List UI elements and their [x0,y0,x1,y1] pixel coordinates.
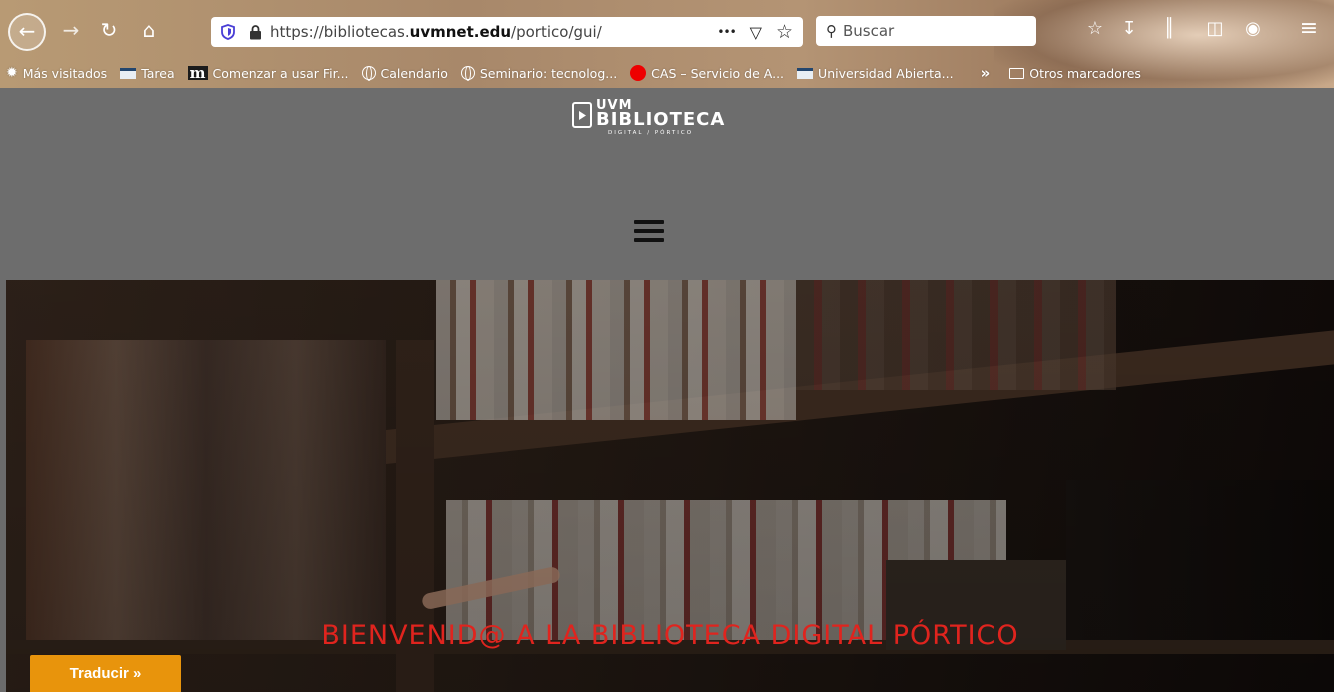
hero-title: BIENVENID@ A LA BIBLIOTECA DIGITAL PÓRTI… [321,620,1019,651]
url-path: /portico/gui/ [511,23,602,41]
bookmark-calendario[interactable]: Calendario [361,65,448,81]
url-text[interactable]: https://bibliotecas.uvmnet.edu/portico/g… [270,23,602,41]
bookmark-seminario[interactable]: Seminario: tecnolog... [460,65,618,81]
logo-sub-text: DIGITAL / PÓRTICO [608,130,694,136]
reload-button[interactable]: ↻ [94,15,124,45]
bookmark-universidad-abierta[interactable]: Universidad Abierta... [797,66,954,81]
red-dot-icon [630,65,647,81]
bookmark-label: Comenzar a usar Fir... [212,65,349,81]
extension-icon[interactable]: ☆ [1082,16,1108,42]
home-button[interactable]: ⌂ [134,15,164,45]
bookmark-label: Calendario [380,65,448,81]
forward-button[interactable]: → [56,15,86,45]
back-button[interactable]: ← [8,13,46,51]
bookmark-otros-marcadores[interactable]: Otros marcadores [1009,66,1141,81]
bookmark-mas-visitados[interactable]: ✹ Más visitados [6,65,107,81]
bookmark-cas[interactable]: CAS – Servicio de A... [630,65,784,81]
url-subdomain: bibliotecas. [323,23,410,41]
bookmark-label: Otros marcadores [1029,65,1141,81]
hamburger-bar [634,229,664,233]
browser-toolbar: ← → ↻ ⌂ https://bibliotecas.uvmnet.edu/p… [0,0,1334,58]
bookmark-comenzar[interactable]: m Comenzar a usar Fir... [187,64,349,82]
flag-icon [120,67,137,79]
sidebar-icon[interactable]: ◫ [1202,16,1228,42]
search-bar[interactable]: ⚲ Buscar [816,16,1036,46]
site-logo[interactable]: UVM BIBLIOTECA DIGITAL / PÓRTICO [572,98,742,138]
bookmark-label: CAS – Servicio de A... [651,65,785,81]
forward-arrow-icon: → [62,18,80,42]
logo-main-text: BIBLIOTECA [596,109,726,130]
hero-banner: BIENVENID@ A LA BIBLIOTECA DIGITAL PÓRTI… [6,280,1334,692]
globe-icon [460,66,475,81]
hamburger-bar [634,220,664,224]
page-actions-more-icon[interactable]: ••• [717,25,736,39]
pocket-icon[interactable]: ▽ [750,23,762,42]
m-icon: m [187,64,208,82]
folder-icon [1009,67,1025,79]
account-icon[interactable]: ◉ [1240,16,1266,42]
bookmark-label: Tarea [141,65,175,81]
url-domain: uvmnet.edu [409,23,512,41]
bookmarks-overflow-button[interactable]: » [981,64,991,82]
book-play-icon [572,102,592,128]
reload-icon: ↻ [100,18,118,42]
hamburger-bar [634,238,664,242]
site-header: UVM BIBLIOTECA DIGITAL / PÓRTICO [0,88,1334,280]
lock-icon[interactable] [249,24,262,40]
bookmark-star-icon[interactable]: ☆ [776,21,793,43]
url-actions: ••• ▽ ☆ [717,21,793,43]
download-icon[interactable]: ↧ [1116,16,1142,42]
home-icon: ⌂ [142,18,156,42]
menu-icon[interactable]: ≡ [1296,16,1322,42]
search-placeholder: Buscar [843,22,895,40]
search-icon: ⚲ [826,22,837,40]
shield-icon[interactable] [221,24,235,40]
bookmarks-bar: ✹ Más visitados Tarea m Comenzar a usar … [0,58,1334,88]
url-scheme: https:// [270,23,324,41]
bookmark-label: Seminario: tecnolog... [479,65,618,81]
bookmark-label: Más visitados [22,65,108,81]
bookmark-tarea[interactable]: Tarea [120,65,175,81]
browser-chrome: ← → ↻ ⌂ https://bibliotecas.uvmnet.edu/p… [0,0,1334,88]
back-arrow-icon: ← [18,19,36,43]
flag-icon [797,67,814,79]
library-icon[interactable]: ║ [1156,16,1182,42]
translate-button[interactable]: Traducir » [30,655,181,692]
bookmark-label: Universidad Abierta... [818,65,954,81]
hamburger-menu-icon[interactable] [634,220,664,242]
globe-icon [361,66,376,81]
url-bar[interactable]: https://bibliotecas.uvmnet.edu/portico/g… [211,17,803,47]
gear-star-icon: ✹ [6,65,18,81]
